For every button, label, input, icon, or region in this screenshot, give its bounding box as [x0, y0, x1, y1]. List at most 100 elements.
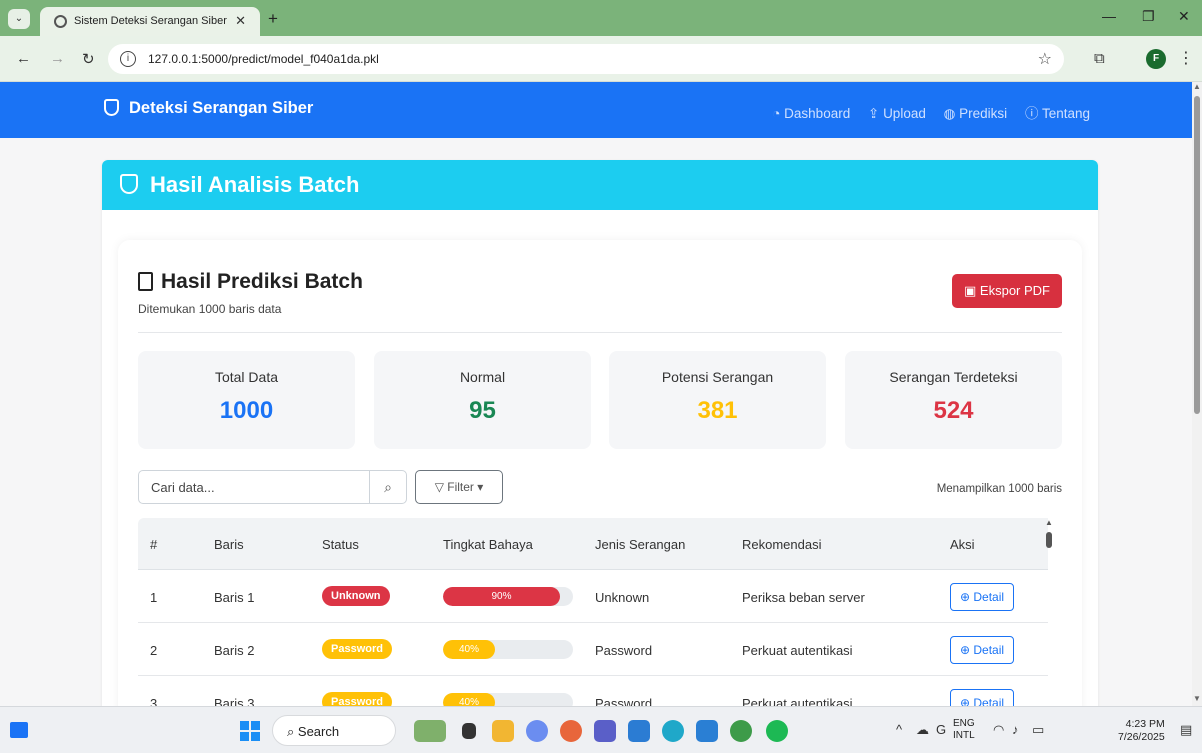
extensions-icon[interactable]: ⧉	[1094, 50, 1105, 67]
file-explorer-icon[interactable]	[492, 720, 514, 742]
close-window-button[interactable]: ✕	[1178, 8, 1190, 25]
back-icon[interactable]: ←	[16, 50, 31, 67]
google-icon[interactable]: G	[936, 722, 946, 737]
stat-serangan-terdeteksi: Serangan Terdeteksi 524	[845, 351, 1062, 449]
row-jenis: Password	[595, 696, 653, 706]
col-header: #	[150, 537, 158, 552]
cloud-off-icon[interactable]: ☁	[916, 722, 929, 738]
teams-icon[interactable]	[594, 720, 616, 742]
file-table-icon	[138, 272, 153, 291]
scroll-up-icon[interactable]: ▲	[1193, 82, 1201, 91]
start-button[interactable]	[240, 721, 260, 741]
nav-dashboard[interactable]: ◔ Dashboard	[772, 106, 850, 121]
app-navbar: Deteksi Serangan Siber ◔ Dashboard ⇪ Upl…	[0, 82, 1192, 138]
vscode-icon[interactable]	[696, 720, 718, 742]
taskbar-search-label: Search	[297, 724, 340, 739]
profile-avatar[interactable]: F	[1146, 49, 1166, 69]
firefox-icon[interactable]	[560, 720, 582, 742]
table-scrollbar[interactable]: ▲	[1044, 518, 1054, 706]
table-scroll-thumb[interactable]	[1046, 532, 1052, 548]
detail-button[interactable]: ⊕ Detail	[950, 583, 1014, 611]
zoom-icon: ⊕	[959, 696, 971, 706]
results-panel: Hasil Prediksi Batch Ditemukan 1000 bari…	[118, 240, 1082, 706]
new-tab-button[interactable]: +	[268, 9, 278, 29]
export-pdf-label: Ekspor PDF	[979, 283, 1050, 298]
detail-label: Detail	[973, 590, 1005, 604]
zoom-icon: ⊕	[959, 590, 971, 604]
showing-count: Menampilkan 1000 baris	[936, 483, 1062, 495]
globe-icon	[54, 15, 67, 28]
browser-menu-icon[interactable]: ⋮	[1178, 48, 1194, 68]
page-scroll-thumb[interactable]	[1194, 96, 1200, 414]
pdf-icon: ▣	[964, 283, 977, 298]
minimize-button[interactable]: —	[1102, 8, 1116, 24]
page-scrollbar[interactable]: ▲ ▼	[1192, 82, 1202, 706]
row-rekomendasi: Perkuat autentikasi	[742, 696, 853, 706]
browser-tab[interactable]: Sistem Deteksi Serangan Siber ✕	[40, 7, 260, 36]
clock[interactable]: 4:23 PM 7/26/2025	[1118, 718, 1165, 744]
landscape-widget-icon[interactable]	[414, 720, 446, 742]
nav-links: ◔ Dashboard ⇪ Upload ◍ Prediksi ⓘ Tentan…	[758, 102, 1090, 122]
battery-icon[interactable]: ▭	[1032, 722, 1044, 738]
outlook-icon[interactable]	[628, 720, 650, 742]
tab-list-dropdown[interactable]: ⌄	[8, 9, 30, 29]
nav-upload[interactable]: ⇪ Upload	[868, 106, 926, 121]
scroll-up-icon[interactable]: ▲	[1045, 518, 1053, 527]
nav-tentang[interactable]: ⓘ Tentang	[1025, 106, 1090, 121]
url-field[interactable]: i 127.0.0.1:5000/predict/model_f040a1da.…	[108, 44, 1064, 74]
results-subtitle: Ditemukan 1000 baris data	[138, 302, 282, 316]
row-baris: Baris 1	[214, 590, 255, 605]
copilot-icon[interactable]	[526, 720, 548, 742]
bookmark-star-icon[interactable]: ☆	[1038, 49, 1052, 69]
brand[interactable]: Deteksi Serangan Siber	[104, 99, 313, 118]
brand-label: Deteksi Serangan Siber	[129, 99, 314, 117]
col-header: Tingkat Bahaya	[443, 537, 533, 552]
detail-button[interactable]: ⊕ Detail	[950, 636, 1014, 664]
chrome-icon[interactable]	[730, 720, 752, 742]
row-number: 2	[150, 643, 158, 658]
col-header: Rekomendasi	[742, 537, 822, 552]
chevron-up-icon[interactable]: ^	[896, 722, 902, 737]
stat-label: Serangan Terdeteksi	[889, 369, 1018, 385]
nav-prediksi[interactable]: ◍ Prediksi	[944, 106, 1008, 121]
export-pdf-button[interactable]: ▣ Ekspor PDF	[952, 274, 1062, 308]
wifi-icon[interactable]: ◠	[993, 722, 1004, 738]
search-input[interactable]: Cari data...	[138, 470, 370, 504]
url-text: 127.0.0.1:5000/predict/model_f040a1da.pk…	[148, 52, 379, 66]
volume-icon[interactable]: ♪	[1012, 722, 1019, 737]
site-info-icon[interactable]: i	[120, 51, 136, 67]
nav-upload-label: Upload	[883, 106, 926, 121]
search-icon: ⌕	[287, 724, 295, 739]
danger-level-bar: 40%	[443, 640, 573, 659]
browser-tab-bar: ⌄ Sistem Deteksi Serangan Siber ✕ + — ❐ …	[0, 0, 1202, 36]
card-header: Hasil Analisis Batch	[102, 160, 1098, 210]
widgets-icon[interactable]	[10, 722, 28, 738]
col-header: Jenis Serangan	[595, 537, 686, 552]
input-language[interactable]: ENG INTL	[953, 718, 975, 742]
taskbar-search[interactable]: ⌕ Search	[272, 715, 396, 746]
card-header-title: Hasil Analisis Batch	[150, 172, 360, 197]
stat-normal: Normal 95	[374, 351, 591, 449]
search-button[interactable]: ⌕	[369, 470, 407, 504]
scroll-down-icon[interactable]: ▼	[1193, 694, 1201, 703]
col-header: Status	[322, 537, 359, 552]
col-header: Baris	[214, 537, 244, 552]
forward-icon[interactable]: →	[50, 50, 65, 67]
edge-icon[interactable]	[662, 720, 684, 742]
filter-dropdown-button[interactable]: ▽ Filter ▾	[415, 470, 503, 504]
info-icon: ⓘ	[1024, 106, 1039, 121]
spotify-icon[interactable]	[766, 720, 788, 742]
danger-level-fill: 90%	[443, 587, 560, 606]
reload-icon[interactable]: ↻	[82, 50, 95, 68]
close-tab-button[interactable]: ✕	[235, 13, 246, 29]
address-bar-row: ← → ↻ i 127.0.0.1:5000/predict/model_f04…	[0, 36, 1202, 82]
divider	[138, 332, 1062, 333]
row-rekomendasi: Perkuat autentikasi	[742, 643, 853, 658]
table-row: 2 Baris 2 Password 40% Password Perkuat …	[138, 623, 1048, 676]
lang-layout: INTL	[953, 730, 975, 741]
results-title-text: Hasil Prediksi Batch	[161, 270, 363, 293]
task-view-icon[interactable]	[462, 723, 476, 739]
notification-icon[interactable]: ▤	[1180, 722, 1192, 738]
detail-button[interactable]: ⊕ Detail	[950, 689, 1014, 706]
restore-button[interactable]: ❐	[1142, 8, 1155, 25]
